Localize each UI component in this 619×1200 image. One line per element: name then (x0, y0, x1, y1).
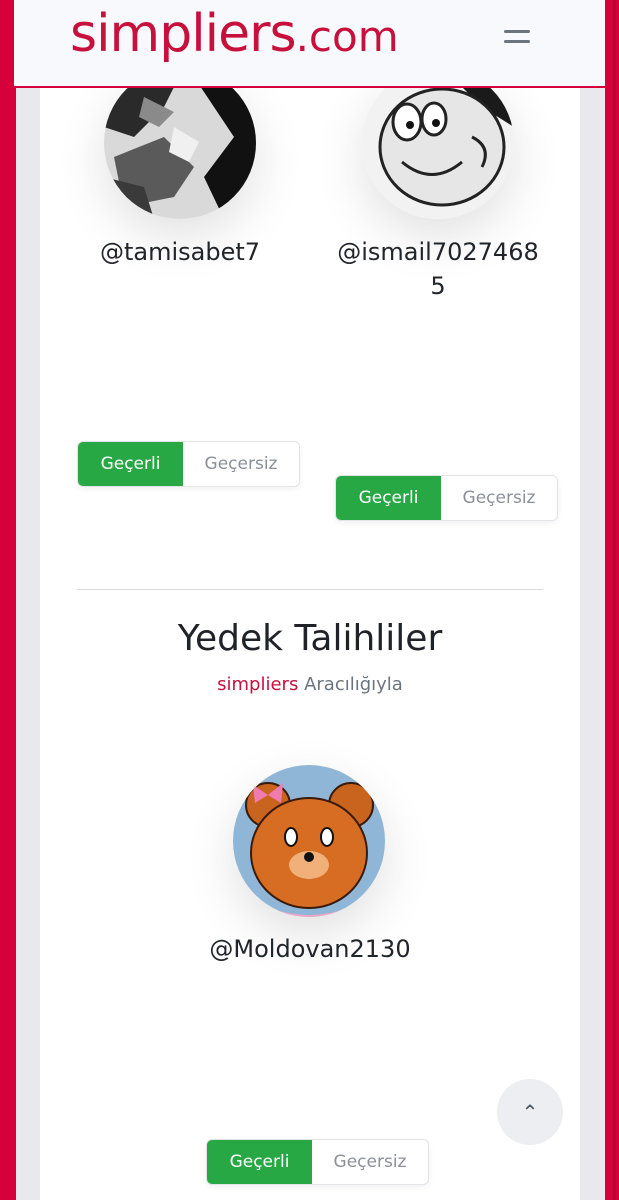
valid-button[interactable]: Geçerli (207, 1140, 312, 1184)
valid-button[interactable]: Geçerli (78, 442, 183, 486)
backup-section-subtitle: simpliers Aracılığıyla (40, 674, 580, 695)
logo-brand: simpliers (70, 4, 297, 64)
winner-avatar-1[interactable] (104, 67, 256, 219)
winner-username-1[interactable]: @tamisabet7 (76, 235, 284, 269)
backup-section-title: Yedek Talihliler (177, 618, 443, 659)
validity-toggle-backup-1: Geçerli Geçersiz (206, 1139, 429, 1185)
logo-tld: .com (295, 12, 399, 61)
subtitle-text: Aracılığıyla (304, 674, 403, 695)
validity-toggle-1: Geçerli Geçersiz (77, 441, 300, 487)
section-divider (77, 589, 543, 590)
subtitle-brand: simpliers (217, 674, 299, 695)
validity-toggle-2: Geçerli Geçersiz (335, 475, 558, 521)
invalid-button[interactable]: Geçersiz (183, 442, 299, 486)
chevron-up-icon[interactable]: ⌃ (497, 1079, 563, 1145)
site-header: simpliers.com (14, 0, 605, 88)
right-frame-bar (605, 0, 619, 1200)
avatar (233, 765, 385, 917)
winner-username-2[interactable]: @ismail70274685 (330, 235, 546, 303)
left-frame-bar (0, 0, 16, 1200)
valid-button[interactable]: Geçerli (336, 476, 441, 520)
results-card: @tamisabet7 @ismail70274685 Geçerli Geçe… (40, 67, 580, 1200)
hamburger-icon[interactable] (504, 30, 530, 50)
backup-winner-avatar-1[interactable] (233, 765, 385, 917)
backup-winner-username-1[interactable]: @Moldovan2130 (190, 932, 430, 966)
avatar (362, 67, 514, 219)
site-logo[interactable]: simpliers.com (70, 8, 399, 60)
avatar (104, 67, 256, 219)
invalid-button[interactable]: Geçersiz (441, 476, 557, 520)
winner-avatar-2[interactable] (362, 67, 514, 219)
invalid-button[interactable]: Geçersiz (312, 1140, 428, 1184)
